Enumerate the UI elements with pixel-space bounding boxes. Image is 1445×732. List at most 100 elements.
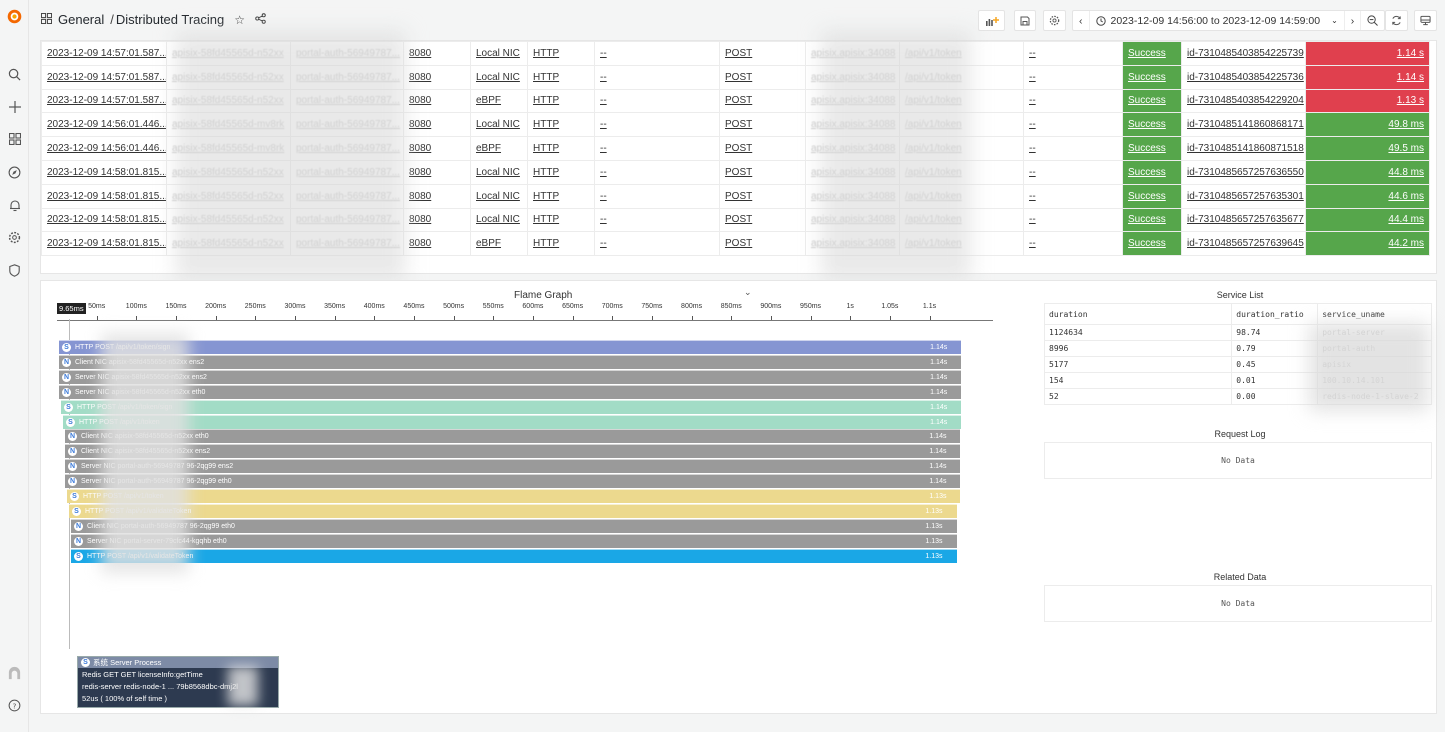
trace-id-link[interactable]: id-7310485141860868171 bbox=[1187, 119, 1304, 130]
tap-side-link[interactable]: Local NIC bbox=[476, 167, 520, 178]
duration-link[interactable]: 1.14 s bbox=[1397, 72, 1424, 83]
protocol-link[interactable]: HTTP bbox=[533, 238, 559, 249]
extra-link[interactable]: -- bbox=[1029, 143, 1036, 154]
table-row[interactable]: 2023-12-09 14:57:01.587... apisix-58fd455… bbox=[41, 88, 1430, 114]
server-link[interactable]: portal-auth-56949787... bbox=[296, 143, 400, 154]
flame-span[interactable]: SHTTP POST /api/v1/token/sign1.14s bbox=[61, 399, 962, 414]
protocol-link[interactable]: HTTP bbox=[533, 119, 559, 130]
flame-span[interactable]: NClient NIC portal-auth-56949787 96-2qg9… bbox=[71, 518, 957, 533]
trace-id-link[interactable]: id-7310485141860871518 bbox=[1187, 143, 1304, 154]
extra-link[interactable]: -- bbox=[1029, 167, 1036, 178]
domain-link[interactable]: -- bbox=[600, 95, 607, 106]
status-link[interactable]: Success bbox=[1128, 72, 1166, 83]
host-link[interactable]: apisix.apisix:34088 bbox=[811, 95, 896, 106]
server-link[interactable]: portal-auth-56949787... bbox=[296, 238, 400, 249]
port-link[interactable]: 8080 bbox=[409, 143, 431, 154]
client-link[interactable]: apisix-58fd45565d-n52xx bbox=[172, 214, 284, 225]
path-link[interactable]: /api/v1/token bbox=[905, 214, 962, 225]
protocol-link[interactable]: HTTP bbox=[533, 167, 559, 178]
domain-link[interactable]: -- bbox=[600, 143, 607, 154]
status-link[interactable]: Success bbox=[1128, 143, 1166, 154]
server-link[interactable]: portal-auth-56949787... bbox=[296, 167, 400, 178]
tap-side-link[interactable]: Local NIC bbox=[476, 72, 520, 83]
extra-link[interactable]: -- bbox=[1029, 191, 1036, 202]
client-link[interactable]: apisix-58fd45565d-mv8rk bbox=[172, 143, 284, 154]
server-link[interactable]: portal-auth-56949787... bbox=[296, 95, 400, 106]
path-link[interactable]: /api/v1/token bbox=[905, 72, 962, 83]
duration-link[interactable]: 44.8 ms bbox=[1388, 167, 1424, 178]
table-row[interactable]: 2023-12-09 14:58:01.815... apisix-58fd455… bbox=[41, 231, 1430, 257]
column-header[interactable]: service_uname bbox=[1317, 303, 1432, 325]
flame-span[interactable]: NServer NIC portal-auth-56949787 96-2qg9… bbox=[65, 474, 961, 489]
time-range-button[interactable]: 2023-12-09 14:56:00 to 2023-12-09 14:59:… bbox=[1090, 11, 1345, 30]
settings-gear-icon[interactable] bbox=[0, 227, 29, 247]
refresh-button[interactable] bbox=[1385, 10, 1408, 31]
path-link[interactable]: /api/v1/token bbox=[905, 119, 962, 130]
status-link[interactable]: Success bbox=[1128, 238, 1166, 249]
protocol-link[interactable]: HTTP bbox=[533, 48, 559, 59]
timestamp-link[interactable]: 2023-12-09 14:57:01.587... bbox=[47, 48, 166, 59]
save-dashboard-button[interactable] bbox=[1014, 10, 1036, 31]
timestamp-link[interactable]: 2023-12-09 14:58:01.815... bbox=[47, 167, 166, 178]
dashboards-icon[interactable] bbox=[0, 129, 29, 149]
table-row[interactable]: 2023-12-09 14:58:01.815... apisix-58fd455… bbox=[41, 159, 1430, 185]
status-link[interactable]: Success bbox=[1128, 95, 1166, 106]
flame-span[interactable]: NClient NIC apisix-58fd45565d-n52xx eth0… bbox=[65, 429, 961, 444]
host-link[interactable]: apisix.apisix:34088 bbox=[811, 48, 896, 59]
grafana-logo-icon[interactable] bbox=[6, 8, 23, 25]
method-link[interactable]: POST bbox=[725, 191, 752, 202]
protocol-link[interactable]: HTTP bbox=[533, 191, 559, 202]
domain-link[interactable]: -- bbox=[600, 214, 607, 225]
method-link[interactable]: POST bbox=[725, 238, 752, 249]
dashboard-settings-button[interactable] bbox=[1043, 10, 1066, 31]
add-panel-button[interactable] bbox=[978, 10, 1005, 31]
explore-compass-icon[interactable] bbox=[0, 162, 29, 182]
tap-side-link[interactable]: eBPF bbox=[476, 238, 501, 249]
breadcrumb-folder[interactable]: General bbox=[58, 12, 104, 27]
port-link[interactable]: 8080 bbox=[409, 167, 431, 178]
chevron-down-icon[interactable]: ⌄ bbox=[744, 287, 752, 298]
table-row[interactable]: 2023-12-09 14:57:01.587... apisix-58fd455… bbox=[41, 64, 1430, 90]
flame-span[interactable]: NServer NIC portal-server-79cfc44-kgqhb … bbox=[71, 533, 957, 548]
timestamp-link[interactable]: 2023-12-09 14:56:01.446... bbox=[47, 143, 166, 154]
flame-span[interactable]: NClient NIC apisix-58fd45565d-n52xx ens2… bbox=[59, 354, 962, 369]
tap-side-link[interactable]: eBPF bbox=[476, 143, 501, 154]
tap-side-link[interactable]: Local NIC bbox=[476, 119, 520, 130]
timestamp-link[interactable]: 2023-12-09 14:58:01.815... bbox=[47, 191, 166, 202]
extra-link[interactable]: -- bbox=[1029, 72, 1036, 83]
search-icon[interactable] bbox=[0, 64, 29, 84]
method-link[interactable]: POST bbox=[725, 143, 752, 154]
status-link[interactable]: Success bbox=[1128, 214, 1166, 225]
duration-link[interactable]: 44.6 ms bbox=[1388, 191, 1424, 202]
table-row[interactable]: 2023-12-09 14:58:01.815... apisix-58fd455… bbox=[41, 183, 1430, 209]
path-link[interactable]: /api/v1/token bbox=[905, 143, 962, 154]
extra-link[interactable]: -- bbox=[1029, 48, 1036, 59]
domain-link[interactable]: -- bbox=[600, 48, 607, 59]
path-link[interactable]: /api/v1/token bbox=[905, 238, 962, 249]
alerting-bell-icon[interactable] bbox=[0, 195, 29, 215]
trace-id-link[interactable]: id-7310485657257639645 bbox=[1187, 238, 1304, 249]
trace-id-link[interactable]: id-7310485657257636550 bbox=[1187, 167, 1304, 178]
status-link[interactable]: Success bbox=[1128, 119, 1166, 130]
server-link[interactable]: portal-auth-56949787... bbox=[296, 48, 400, 59]
duration-link[interactable]: 49.5 ms bbox=[1388, 143, 1424, 154]
duration-link[interactable]: 1.13 s bbox=[1397, 95, 1424, 106]
port-link[interactable]: 8080 bbox=[409, 238, 431, 249]
port-link[interactable]: 8080 bbox=[409, 48, 431, 59]
user-avatar-icon[interactable] bbox=[0, 662, 29, 682]
tap-side-link[interactable]: eBPF bbox=[476, 95, 501, 106]
port-link[interactable]: 8080 bbox=[409, 95, 431, 106]
path-link[interactable]: /api/v1/token bbox=[905, 95, 962, 106]
time-shift-back-button[interactable]: ‹ bbox=[1073, 11, 1090, 30]
host-link[interactable]: apisix.apisix:34088 bbox=[811, 119, 896, 130]
shield-icon[interactable] bbox=[0, 260, 29, 280]
domain-link[interactable]: -- bbox=[600, 238, 607, 249]
zoom-out-button[interactable] bbox=[1361, 11, 1384, 30]
help-icon[interactable]: ? bbox=[0, 695, 29, 715]
column-header[interactable]: duration_ratio bbox=[1231, 303, 1319, 325]
flame-span[interactable]: NServer NIC apisix-58fd45565d-n52xx ens2… bbox=[59, 369, 962, 384]
timestamp-link[interactable]: 2023-12-09 14:58:01.815... bbox=[47, 238, 166, 249]
flame-span[interactable]: NServer NIC portal-auth-56949787 96-2qg9… bbox=[65, 459, 961, 474]
extra-link[interactable]: -- bbox=[1029, 95, 1036, 106]
server-link[interactable]: portal-auth-56949787... bbox=[296, 214, 400, 225]
